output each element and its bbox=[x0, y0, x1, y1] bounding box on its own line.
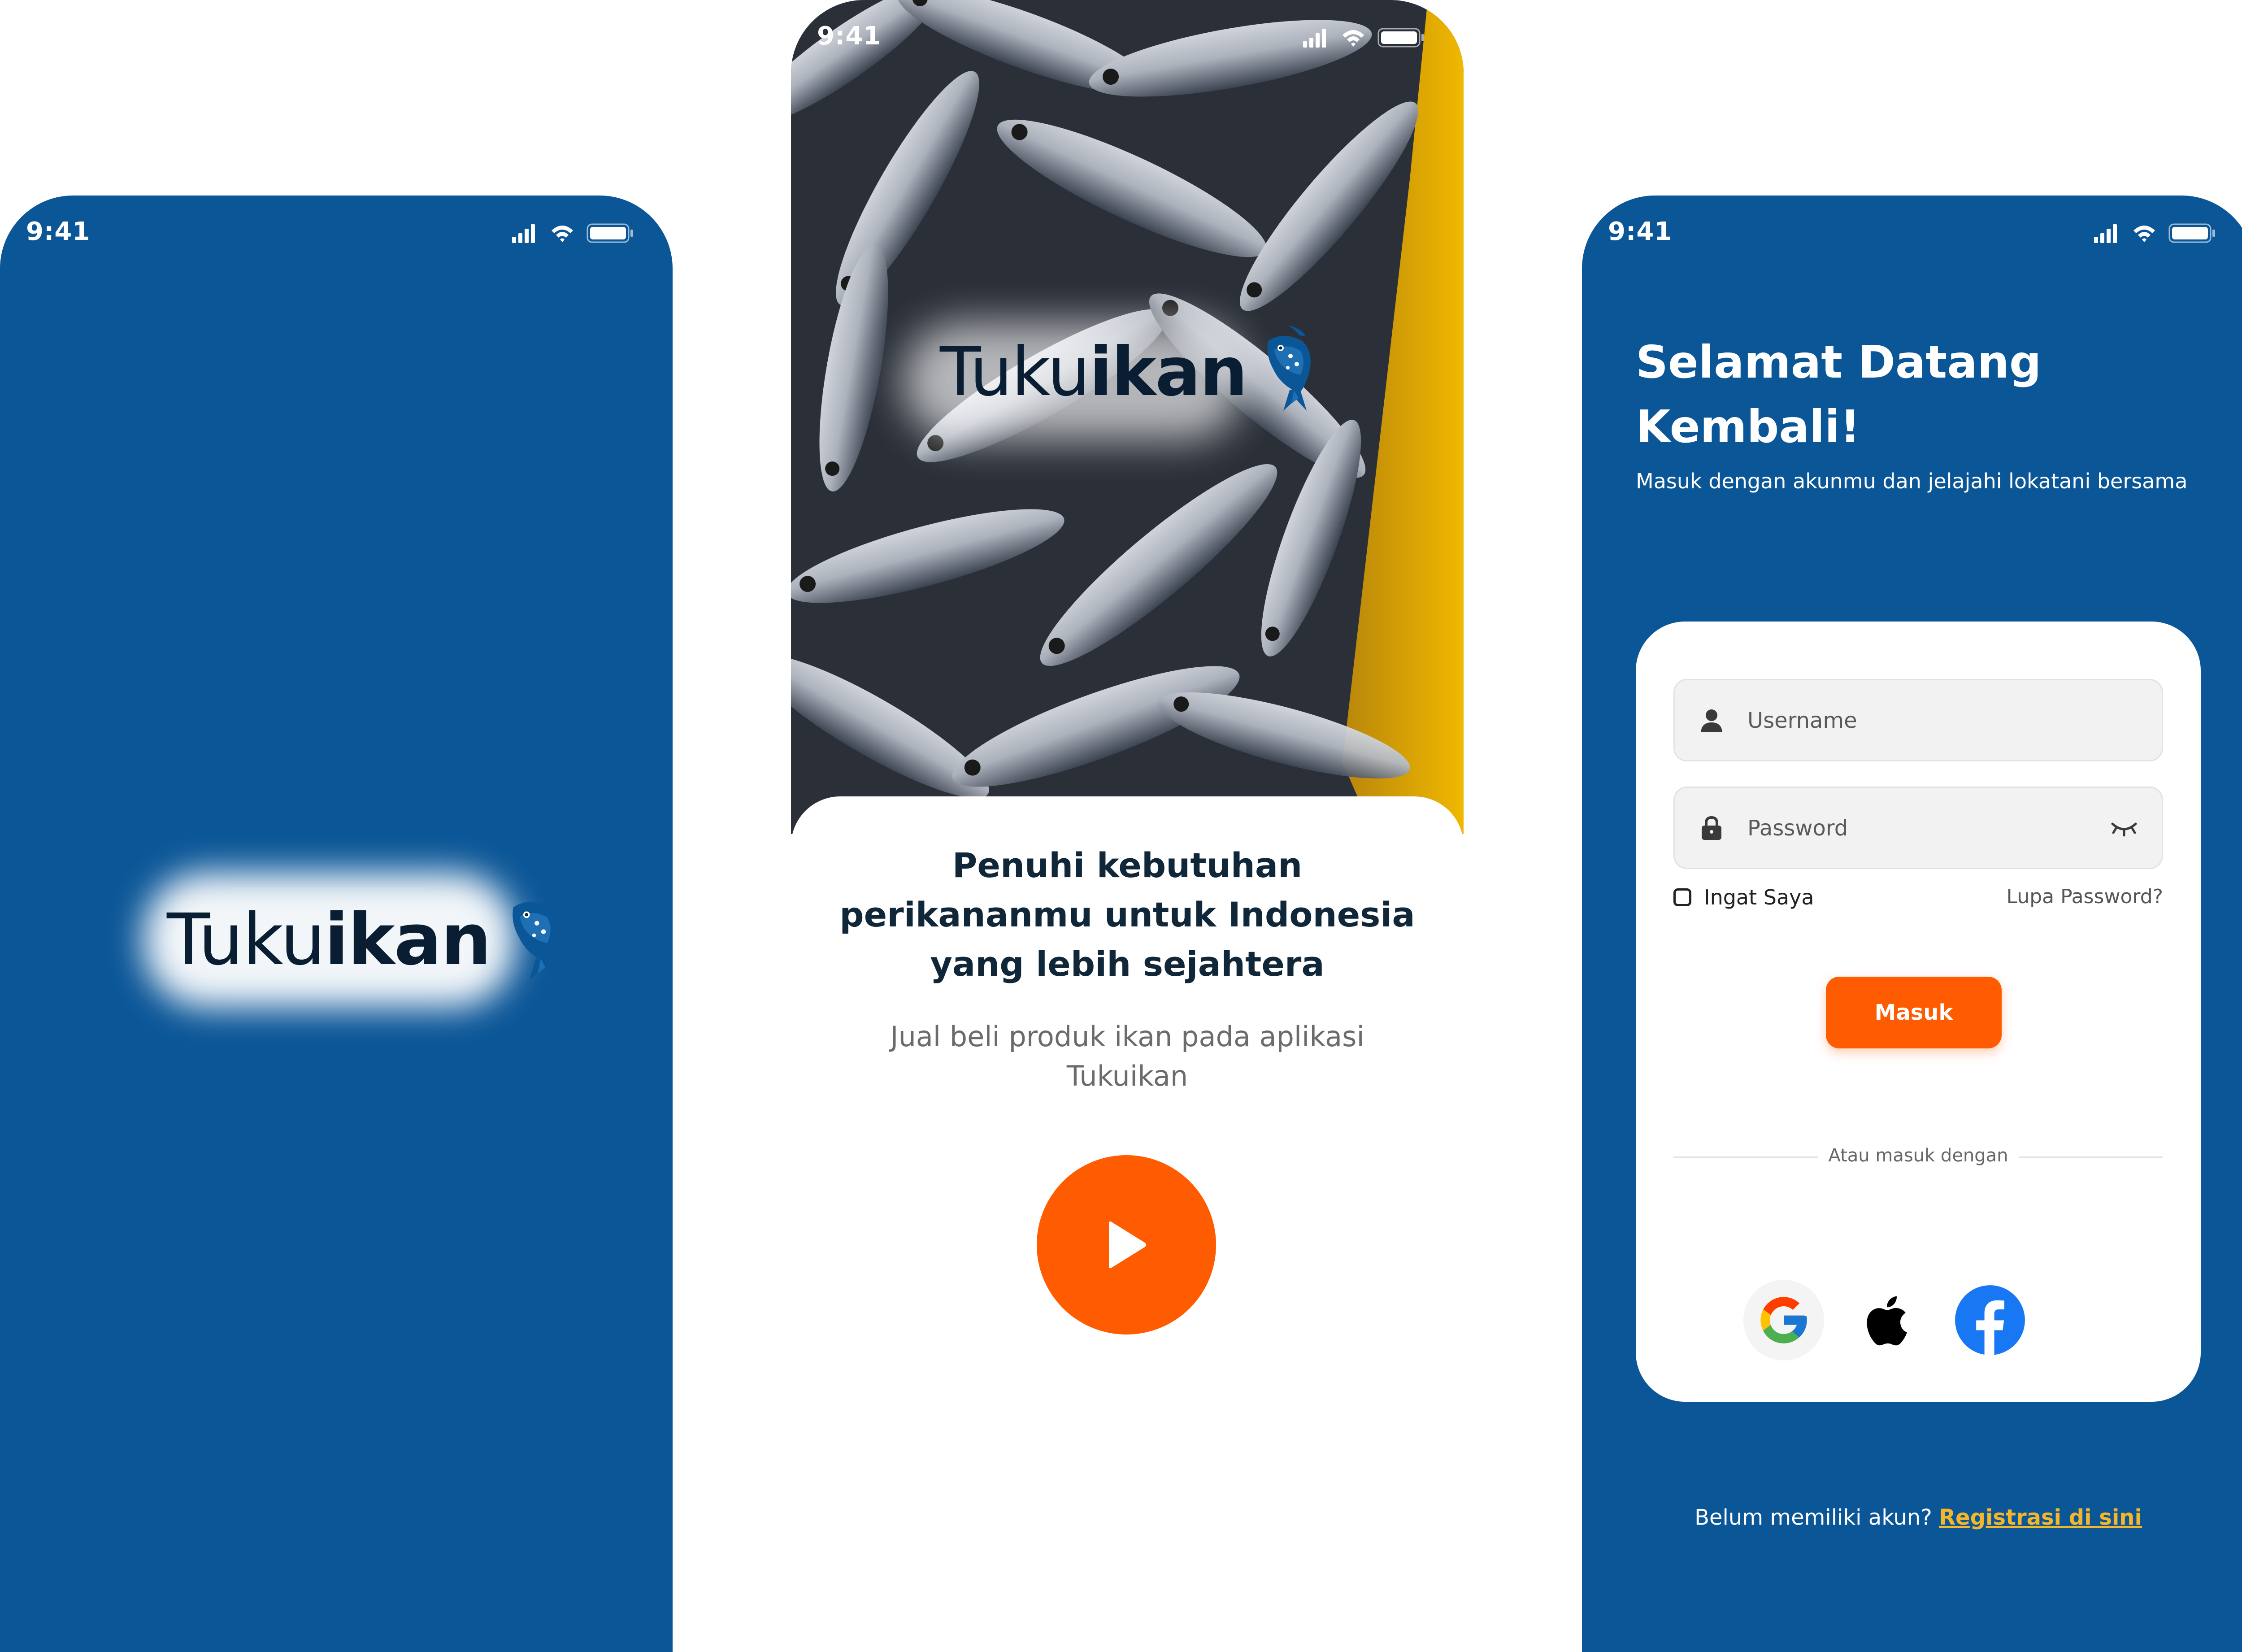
status-bar: 9:41 bbox=[0, 196, 673, 276]
fish-logo-icon bbox=[513, 891, 558, 981]
password-field[interactable] bbox=[1673, 787, 2163, 869]
splash-screen: 9:41 Tukuikan bbox=[0, 196, 673, 1652]
canvas: 9:41 Tukuikan 9:41 Tukuikan Penuhi kebut… bbox=[0, 0, 2242, 1652]
onboarding-subtitle: Jual beli produk ikan pada aplikasi Tuku… bbox=[890, 1020, 1364, 1092]
status-icons bbox=[1303, 28, 1425, 48]
brand-logo: Tukuikan bbox=[940, 305, 1319, 439]
user-icon bbox=[1701, 709, 1722, 732]
brand-logo: Tukuikan bbox=[167, 873, 568, 1007]
remember-me[interactable]: Ingat Saya bbox=[1673, 885, 1814, 909]
onboarding-screen: 9:41 Tukuikan Penuhi kebutuhan perikanan… bbox=[791, 0, 1464, 1652]
remember-checkbox[interactable] bbox=[1673, 888, 1691, 906]
login-card: Ingat Saya Lupa Password? Masuk Atau mas… bbox=[1636, 622, 2201, 1402]
remember-label: Ingat Saya bbox=[1704, 885, 1814, 909]
status-time: 9:41 bbox=[1608, 217, 1673, 246]
status-bar: 9:41 bbox=[1582, 196, 2242, 276]
facebook-login-button[interactable] bbox=[1950, 1280, 2030, 1361]
divider-label: Atau masuk dengan bbox=[1828, 1145, 2008, 1166]
status-icons bbox=[2094, 223, 2216, 244]
welcome-subheading: Masuk dengan akunmu dan jelajahi lokatan… bbox=[1636, 469, 2188, 493]
login-screen: 9:41 Selamat Datang Kembali! Masuk denga… bbox=[1582, 196, 2242, 1652]
forgot-password-link[interactable]: Lupa Password? bbox=[2007, 885, 2163, 908]
apple-icon bbox=[1867, 1296, 1907, 1346]
status-time: 9:41 bbox=[26, 217, 91, 246]
register-prompt: Belum memiliki akun? Registrasi di sini bbox=[1582, 1505, 2242, 1530]
login-button[interactable]: Masuk bbox=[1826, 977, 2002, 1048]
username-input[interactable] bbox=[1747, 680, 2094, 761]
status-time: 9:41 bbox=[817, 22, 882, 51]
google-login-button[interactable] bbox=[1743, 1280, 1824, 1361]
status-icons bbox=[512, 223, 634, 244]
brand-wordmark: Tukuikan bbox=[940, 333, 1247, 411]
apple-login-button[interactable] bbox=[1847, 1280, 1927, 1361]
username-field[interactable] bbox=[1673, 679, 2163, 761]
eye-closed-icon[interactable] bbox=[2110, 819, 2138, 837]
status-bar: 9:41 bbox=[791, 0, 1464, 81]
fish-logo-icon bbox=[1267, 326, 1311, 411]
register-link[interactable]: Registrasi di sini bbox=[1939, 1505, 2142, 1530]
onboarding-title: Penuhi kebutuhan perikananmu untuk Indon… bbox=[839, 845, 1415, 984]
google-icon bbox=[1760, 1297, 1807, 1343]
play-icon bbox=[1109, 1221, 1146, 1269]
next-button[interactable] bbox=[1037, 1155, 1216, 1335]
register-text: Belum memiliki akun? bbox=[1695, 1505, 1932, 1530]
welcome-heading: Selamat Datang Kembali! bbox=[1636, 336, 2042, 453]
password-input[interactable] bbox=[1747, 788, 2094, 869]
brand-wordmark: Tukuikan bbox=[167, 899, 491, 981]
facebook-icon bbox=[1955, 1285, 2025, 1355]
lock-icon bbox=[1702, 816, 1721, 840]
